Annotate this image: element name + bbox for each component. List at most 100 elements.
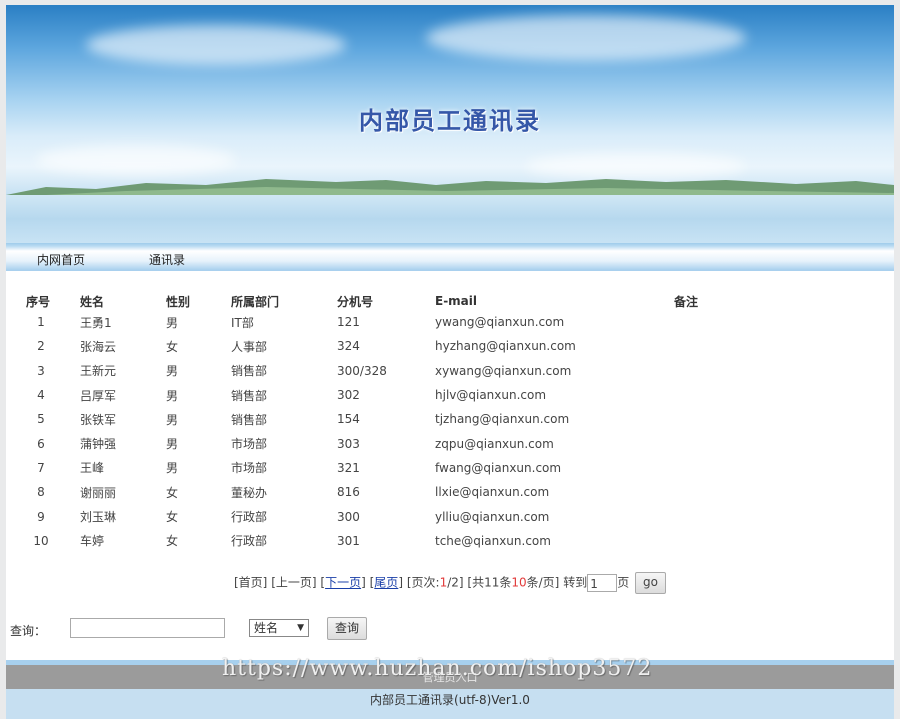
cell-remark xyxy=(674,334,854,358)
search-input[interactable] xyxy=(70,618,225,638)
table-row: 10 车婷 女 行政部 301 tche@qianxun.com xyxy=(18,529,854,553)
table-row: 1 王勇1 男 IT部 121 ywang@qianxun.com xyxy=(18,310,854,334)
cell-gender: 女 xyxy=(166,534,179,549)
pager-total-pages: /2] xyxy=(447,575,464,590)
cell-index: 8 xyxy=(37,485,45,500)
cell-gender: 女 xyxy=(166,485,179,500)
cell-email: hyzhang@qianxun.com xyxy=(435,339,576,354)
cell-email: xywang@qianxun.com xyxy=(435,363,572,378)
cell-extension: 300 xyxy=(337,509,360,524)
cell-name: 张海云 xyxy=(80,339,117,354)
cell-remark xyxy=(674,480,854,504)
col-header-index: 序号 xyxy=(26,294,51,309)
nav-bar: 内网首页 通讯录 xyxy=(6,243,894,271)
cell-extension: 816 xyxy=(337,485,360,500)
col-header-gender: 性别 xyxy=(166,294,191,309)
table-row: 7 王峰 男 市场部 321 fwang@qianxun.com xyxy=(18,456,854,480)
table-row: 4 吕厚军 男 销售部 302 hjlv@qianxun.com xyxy=(18,383,854,407)
cell-remark xyxy=(674,529,854,553)
cell-remark xyxy=(674,431,854,455)
hills-decoration xyxy=(6,179,894,197)
cell-email: tjzhang@qianxun.com xyxy=(435,412,570,427)
cell-index: 6 xyxy=(37,436,45,451)
cell-email: ylliu@qianxun.com xyxy=(435,509,550,524)
water-decoration xyxy=(6,195,894,243)
search-field-value: 姓名 xyxy=(254,621,279,635)
cell-extension: 121 xyxy=(337,315,360,330)
table-row: 5 张铁军 男 销售部 154 tjzhang@qianxun.com xyxy=(18,407,854,431)
cell-gender: 女 xyxy=(166,510,179,525)
cell-department: 市场部 xyxy=(231,437,268,452)
cell-department: 销售部 xyxy=(231,388,268,403)
cell-index: 3 xyxy=(37,363,45,378)
search-label: 查询： xyxy=(10,624,47,638)
cell-gender: 女 xyxy=(166,339,179,354)
contacts-table: 序号 姓名 性别 所属部门 分机号 E-mail 备注 1 王勇1 男 IT部 121 y… xyxy=(18,292,854,553)
cell-name: 车婷 xyxy=(80,534,105,549)
cell-index: 10 xyxy=(33,533,49,548)
col-header-extension: 分机号 xyxy=(337,294,374,309)
cell-department: 销售部 xyxy=(231,364,268,379)
pager-last-link[interactable]: 尾页 xyxy=(374,576,398,590)
search-bar: 查询： 姓名 ▼ 查询 xyxy=(6,617,894,643)
pager-per-page-suffix: 条/页] xyxy=(526,575,560,590)
table-row: 8 谢丽丽 女 董秘办 816 llxie@qianxun.com xyxy=(18,480,854,504)
cell-index: 1 xyxy=(37,315,45,330)
cell-email: fwang@qianxun.com xyxy=(435,460,562,475)
cell-extension: 324 xyxy=(337,339,360,354)
pager-first[interactable]: [首页] xyxy=(234,576,267,590)
cell-department: 董秘办 xyxy=(231,485,268,500)
footer-text: 内部员工通讯录(utf-8)Ver1.0 xyxy=(370,693,530,707)
pager-last-close: ] xyxy=(398,575,403,590)
cell-index: 4 xyxy=(37,388,45,403)
cell-email: zqpu@qianxun.com xyxy=(435,436,554,451)
cell-index: 2 xyxy=(37,339,45,354)
cloud-decoration xyxy=(426,15,746,61)
col-header-department: 所属部门 xyxy=(231,294,280,309)
nav-item-directory[interactable]: 通讯录 xyxy=(149,251,185,268)
cell-extension: 300/328 xyxy=(337,363,387,378)
cell-department: 销售部 xyxy=(231,412,268,427)
cell-name: 王勇1 xyxy=(80,315,112,330)
cell-remark xyxy=(674,310,854,334)
search-field-select[interactable]: 姓名 ▼ xyxy=(249,619,309,637)
cell-extension: 303 xyxy=(337,436,360,451)
table-row: 3 王新元 男 销售部 300/328 xywang@qianxun.com xyxy=(18,359,854,383)
cell-email: hjlv@qianxun.com xyxy=(435,388,547,403)
cell-email: tche@qianxun.com xyxy=(435,533,551,548)
cell-remark xyxy=(674,383,854,407)
cell-remark xyxy=(674,504,854,528)
cell-gender: 男 xyxy=(166,364,179,379)
cell-name: 谢丽丽 xyxy=(80,485,117,500)
page-title: 内部员工通讯录 xyxy=(359,106,541,135)
dropdown-arrow-icon: ▼ xyxy=(297,623,304,633)
cell-name: 王峰 xyxy=(80,461,105,476)
cell-extension: 321 xyxy=(337,460,360,475)
pager-goto-input[interactable]: 1 xyxy=(587,574,618,592)
table-row: 6 蒲钟强 男 市场部 303 zqpu@qianxun.com xyxy=(18,431,854,455)
footer: 内部员工通讯录(utf-8)Ver1.0 xyxy=(6,689,894,719)
cell-department: 人事部 xyxy=(231,339,268,354)
pager-prev[interactable]: [上一页] xyxy=(271,576,316,590)
cell-gender: 男 xyxy=(166,412,179,427)
cell-name: 吕厚军 xyxy=(80,388,117,403)
pager-next-link[interactable]: 下一页 xyxy=(325,576,361,590)
cell-name: 蒲钟强 xyxy=(80,437,117,452)
search-button[interactable]: 查询 xyxy=(327,617,367,640)
cell-email: llxie@qianxun.com xyxy=(435,485,550,500)
pager-go-button[interactable]: go xyxy=(635,572,667,594)
cell-extension: 301 xyxy=(337,533,360,548)
cell-index: 7 xyxy=(37,460,45,475)
cell-index: 5 xyxy=(37,412,45,427)
cell-gender: 男 xyxy=(166,461,179,476)
watermark: https://www.huzhan.com/ishop3572 xyxy=(222,656,653,681)
nav-item-intranet-home[interactable]: 内网首页 xyxy=(37,251,85,268)
cell-department: 行政部 xyxy=(231,534,268,549)
cell-department: 市场部 xyxy=(231,461,268,476)
col-header-remark: 备注 xyxy=(674,294,699,309)
cloud-decoration xyxy=(86,25,346,65)
cell-department: 行政部 xyxy=(231,510,268,525)
pager-per-page: 10 xyxy=(511,575,527,590)
pager-goto-label: 转到 xyxy=(563,575,588,590)
col-header-name: 姓名 xyxy=(80,294,105,309)
